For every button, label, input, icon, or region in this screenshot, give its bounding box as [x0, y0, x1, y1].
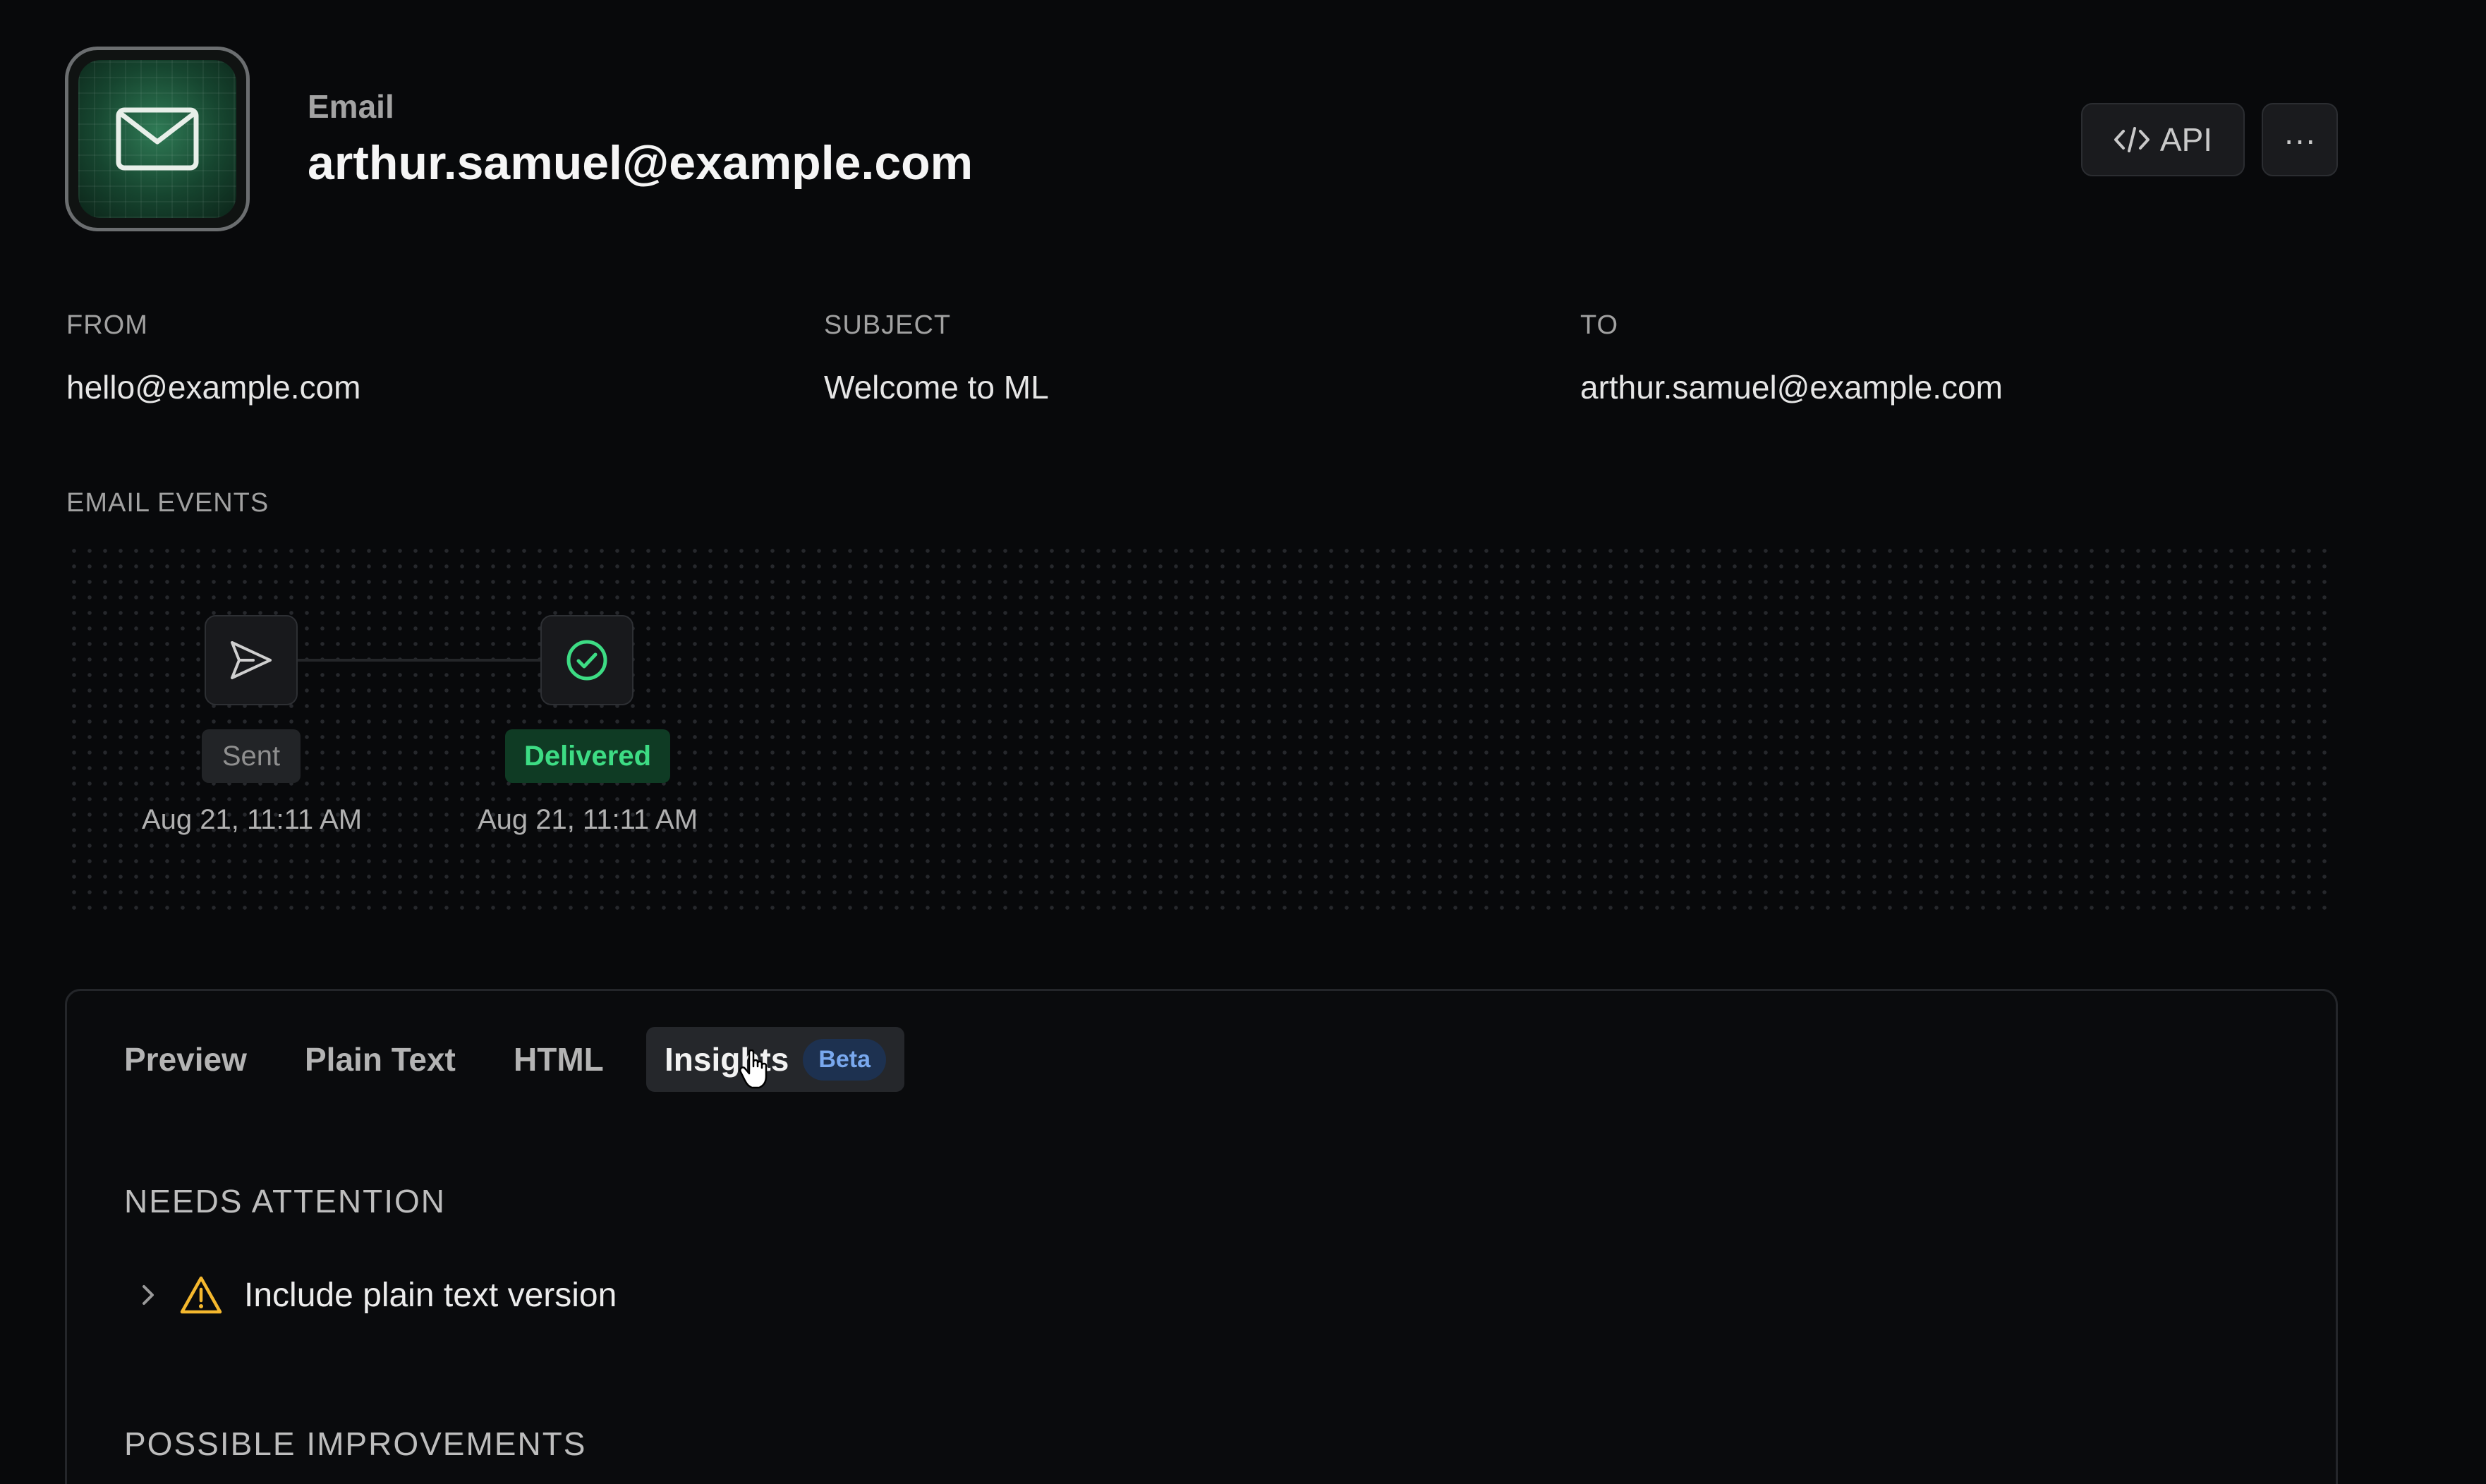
from-value: hello@example.com [66, 369, 361, 406]
insight-item-plain-text[interactable]: Include plain text version [138, 1270, 617, 1320]
email-detail-page: Email arthur.samuel@example.com API ··· … [0, 0, 2486, 1484]
event-sent-time: Aug 21, 11:11 AM [141, 804, 363, 835]
event-delivered-time: Aug 21, 11:11 AM [477, 804, 698, 835]
page-title: arthur.samuel@example.com [308, 136, 974, 190]
tab-html[interactable]: HTML [514, 1027, 604, 1092]
page-type-label: Email [308, 88, 394, 125]
email-events-panel [66, 543, 2332, 910]
api-button-label: API [2159, 121, 2213, 158]
subject-value: Welcome to ML [824, 369, 1049, 406]
check-circle-icon [566, 640, 607, 681]
hand-cursor-icon [739, 1050, 768, 1089]
api-button[interactable]: API [2081, 103, 2245, 176]
event-delivered-badge: Delivered [505, 729, 670, 783]
subject-label: SUBJECT [824, 310, 952, 340]
send-icon [231, 641, 272, 679]
email-events-heading: EMAIL EVENTS [66, 488, 269, 518]
more-options-button[interactable]: ··· [2262, 103, 2338, 176]
to-value: arthur.samuel@example.com [1580, 369, 2003, 406]
tab-plain-text[interactable]: Plain Text [305, 1027, 456, 1092]
to-label: TO [1580, 310, 1619, 340]
tab-preview[interactable]: Preview [124, 1027, 247, 1092]
event-connector-line [296, 659, 543, 662]
from-label: FROM [66, 310, 148, 340]
needs-attention-heading: NEEDS ATTENTION [124, 1183, 446, 1220]
email-app-icon [65, 47, 250, 231]
warning-icon [180, 1276, 222, 1314]
event-sent-badge: Sent [202, 729, 301, 783]
code-icon [2114, 127, 2150, 152]
possible-improvements-heading: POSSIBLE IMPROVEMENTS [124, 1425, 587, 1462]
insight-item-text: Include plain text version [244, 1276, 617, 1314]
beta-badge: Beta [803, 1038, 887, 1081]
event-sent-node[interactable] [205, 615, 298, 705]
tab-insights[interactable]: Insights Beta [646, 1027, 905, 1092]
chevron-right-icon [143, 1285, 154, 1305]
ellipsis-icon: ··· [2284, 121, 2316, 158]
envelope-icon [116, 107, 199, 171]
event-delivered-node[interactable] [540, 615, 633, 705]
